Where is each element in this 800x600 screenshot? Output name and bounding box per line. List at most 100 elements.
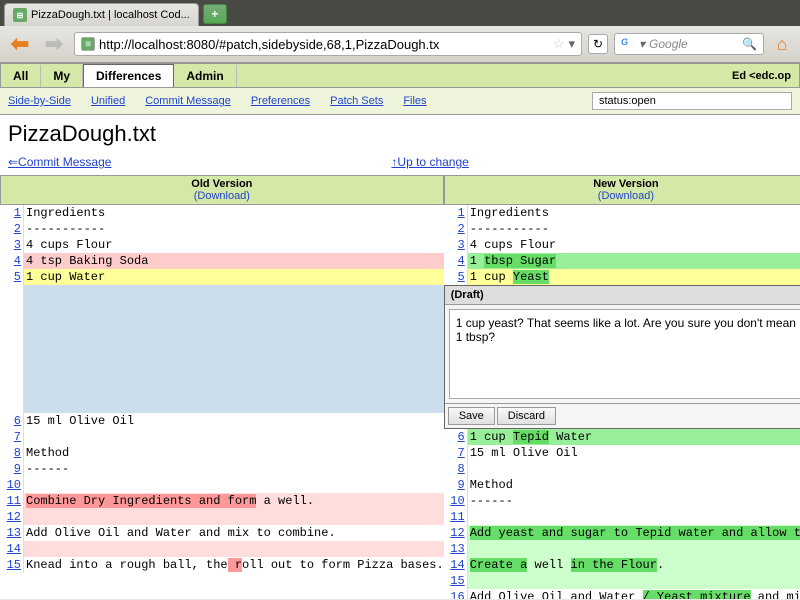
search-icon[interactable]: 🔍 bbox=[742, 37, 757, 51]
link-preferences[interactable]: Preferences bbox=[251, 95, 310, 107]
link-sidebyside[interactable]: Side-by-Side bbox=[8, 95, 71, 107]
diff-line[interactable]: 7 bbox=[0, 429, 444, 445]
comment-header: (Draft) bbox=[445, 286, 800, 305]
comment-textarea[interactable]: 1 cup yeast? That seems like a lot. Are … bbox=[449, 309, 800, 399]
line-number[interactable]: 14 bbox=[444, 557, 468, 573]
line-number[interactable]: 1 bbox=[444, 205, 468, 221]
line-number[interactable]: 4 bbox=[0, 253, 24, 269]
line-number[interactable]: 2 bbox=[0, 221, 24, 237]
diff-line[interactable]: 8 bbox=[444, 461, 800, 477]
save-button[interactable]: Save bbox=[448, 407, 495, 425]
diff-line[interactable]: 1Ingredients bbox=[0, 205, 444, 221]
line-number[interactable]: 2 bbox=[444, 221, 468, 237]
line-number[interactable]: 11 bbox=[444, 509, 468, 525]
line-number[interactable]: 8 bbox=[444, 461, 468, 477]
home-button[interactable]: ⌂ bbox=[770, 32, 794, 56]
browser-tab[interactable]: ⊞ PizzaDough.txt | localhost Cod... bbox=[4, 3, 199, 26]
discard-button[interactable]: Discard bbox=[497, 407, 556, 425]
line-number[interactable]: 5 bbox=[444, 269, 468, 285]
prev-file-link[interactable]: ⇐Commit Message bbox=[8, 155, 111, 169]
menu-admin[interactable]: Admin bbox=[174, 65, 236, 87]
line-number[interactable]: 9 bbox=[444, 477, 468, 493]
diff-line[interactable]: 9Method bbox=[444, 477, 800, 493]
user-label[interactable]: Ed <edc.op bbox=[724, 66, 799, 86]
diff-line[interactable]: 2----------- bbox=[0, 221, 444, 237]
line-number[interactable]: 14 bbox=[0, 541, 24, 557]
search-box[interactable]: G ▾ Google 🔍 bbox=[614, 33, 764, 55]
link-patch-sets[interactable]: Patch Sets bbox=[330, 95, 383, 107]
diff-line[interactable]: 34 cups Flour bbox=[0, 237, 444, 253]
line-number[interactable]: 5 bbox=[0, 269, 24, 285]
old-download-link[interactable]: (Download) bbox=[194, 190, 250, 202]
diff-line[interactable]: 11Combine Dry Ingredients and form a wel… bbox=[0, 493, 444, 509]
line-number[interactable]: 15 bbox=[444, 573, 468, 589]
line-number[interactable] bbox=[0, 285, 24, 413]
diff-line[interactable]: 1Ingredients bbox=[444, 205, 800, 221]
dropdown-icon[interactable]: ▾ bbox=[568, 36, 575, 52]
diff-line[interactable] bbox=[0, 285, 444, 413]
diff-line[interactable]: 51 cup Water bbox=[0, 269, 444, 285]
line-number[interactable]: 3 bbox=[444, 237, 468, 253]
reload-icon: ↻ bbox=[593, 37, 603, 51]
up-to-change-link[interactable]: ↑Up to change bbox=[391, 155, 468, 169]
link-files[interactable]: Files bbox=[403, 95, 426, 107]
diff-line[interactable]: 8Method bbox=[0, 445, 444, 461]
line-number[interactable]: 10 bbox=[444, 493, 468, 509]
link-unified[interactable]: Unified bbox=[91, 95, 125, 107]
diff-line[interactable]: 14 bbox=[0, 541, 444, 557]
line-number[interactable]: 9 bbox=[0, 461, 24, 477]
url-bar[interactable]: ⊞ http://localhost:8080/#patch,sidebysid… bbox=[74, 32, 582, 56]
diff-line[interactable]: 15 bbox=[444, 573, 800, 589]
line-number[interactable]: 15 bbox=[0, 557, 24, 573]
home-icon: ⌂ bbox=[777, 34, 788, 55]
diff-line[interactable]: 2----------- bbox=[444, 221, 800, 237]
line-content bbox=[24, 429, 444, 445]
site-icon: ⊞ bbox=[81, 37, 95, 51]
reload-button[interactable]: ↻ bbox=[588, 34, 608, 54]
diff-line[interactable]: 11 bbox=[444, 509, 800, 525]
status-input[interactable] bbox=[592, 92, 792, 110]
line-number[interactable]: 13 bbox=[444, 541, 468, 557]
link-commit-message[interactable]: Commit Message bbox=[145, 95, 231, 107]
line-number[interactable]: 16 bbox=[444, 589, 468, 599]
menu-differences[interactable]: Differences bbox=[83, 64, 174, 87]
diff-line[interactable]: 13 bbox=[444, 541, 800, 557]
diff-line[interactable]: 12 bbox=[0, 509, 444, 525]
diff-line[interactable]: 13Add Olive Oil and Water and mix to com… bbox=[0, 525, 444, 541]
line-number[interactable]: 11 bbox=[0, 493, 24, 509]
line-number[interactable]: 8 bbox=[0, 445, 24, 461]
menu-all[interactable]: All bbox=[1, 65, 41, 87]
line-number[interactable]: 12 bbox=[0, 509, 24, 525]
diff-line[interactable]: 16Add Olive Oil and Water / Yeast mixtur… bbox=[444, 589, 800, 599]
diff-line[interactable]: 10 bbox=[0, 477, 444, 493]
line-content: Add Olive Oil and Water / Yeast mixture … bbox=[468, 589, 800, 599]
diff-line[interactable]: 14Create a well in the Flour. bbox=[444, 557, 800, 573]
line-number[interactable]: 7 bbox=[0, 429, 24, 445]
line-number[interactable]: 4 bbox=[444, 253, 468, 269]
line-number[interactable]: 7 bbox=[444, 445, 468, 461]
diff-line[interactable]: 10------ bbox=[444, 493, 800, 509]
diff-line[interactable]: 51 cup Yeast bbox=[444, 269, 800, 285]
bookmark-icon[interactable]: ☆ bbox=[553, 36, 565, 52]
diff-line[interactable]: 9------ bbox=[0, 461, 444, 477]
diff-line[interactable]: 44 tsp Baking Soda bbox=[0, 253, 444, 269]
diff-line[interactable]: 41 tbsp Sugar bbox=[444, 253, 800, 269]
new-tab-button[interactable]: + bbox=[203, 4, 227, 24]
line-number[interactable]: 1 bbox=[0, 205, 24, 221]
line-number[interactable]: 12 bbox=[444, 525, 468, 541]
diff-line[interactable]: 15Knead into a rough ball, the roll out … bbox=[0, 557, 444, 573]
menu-my[interactable]: My bbox=[41, 65, 83, 87]
diff-line[interactable]: 34 cups Flour bbox=[444, 237, 800, 253]
line-number[interactable]: 6 bbox=[444, 429, 468, 445]
diff-line[interactable]: 615 ml Olive Oil bbox=[0, 413, 444, 429]
new-download-link[interactable]: (Download) bbox=[598, 190, 654, 202]
nav-bar: ⬅ ➡ ⊞ http://localhost:8080/#patch,sideb… bbox=[0, 26, 800, 62]
line-number[interactable]: 10 bbox=[0, 477, 24, 493]
back-button[interactable]: ⬅ bbox=[6, 30, 34, 58]
diff-line[interactable]: 715 ml Olive Oil bbox=[444, 445, 800, 461]
diff-line[interactable]: 12Add yeast and sugar to Tepid water and… bbox=[444, 525, 800, 541]
diff-line[interactable]: 61 cup Tepid Water bbox=[444, 429, 800, 445]
line-number[interactable]: 3 bbox=[0, 237, 24, 253]
line-number[interactable]: 13 bbox=[0, 525, 24, 541]
line-number[interactable]: 6 bbox=[0, 413, 24, 429]
